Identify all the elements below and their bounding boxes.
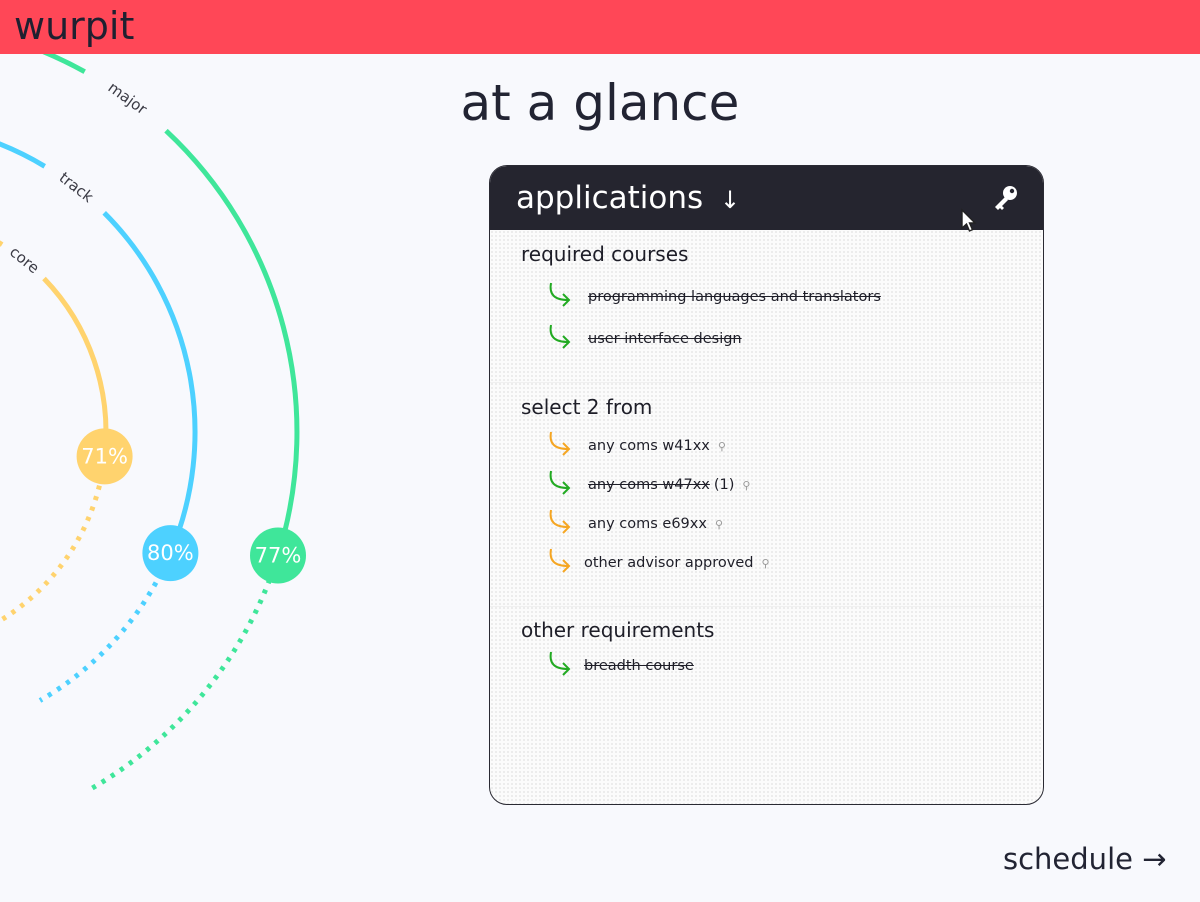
ring-progress-arc — [0, 141, 46, 169]
requirement-count: (1) — [713, 477, 735, 493]
requirement-item[interactable]: any coms e69xx ⚲ — [490, 507, 1030, 541]
ring-label: core — [6, 243, 43, 277]
panel-title: applications — [516, 180, 704, 216]
pin-icon[interactable]: ⚲ — [715, 518, 723, 531]
check-arrow-icon — [549, 282, 571, 307]
pin-icon[interactable]: ⚲ — [742, 479, 750, 492]
requirement-item[interactable]: any coms w47xx (1) ⚲ — [490, 468, 1030, 502]
arrow-down-icon[interactable]: ↓ — [720, 186, 740, 214]
pending-arrow-icon — [549, 548, 571, 573]
requirement-item[interactable]: any coms w41xx ⚲ — [490, 429, 1030, 463]
applications-panel: applications ↓ required courses programm… — [489, 165, 1044, 805]
ring-percent-label: 77% — [255, 544, 302, 568]
pin-icon[interactable]: ⚲ — [718, 440, 726, 453]
ring-percent-label: 80% — [147, 541, 194, 565]
requirement-label: user interface design — [588, 331, 742, 347]
ring-progress-arc — [102, 211, 198, 555]
pending-arrow-icon — [549, 431, 571, 456]
requirement-label: any coms w41xx — [588, 438, 710, 454]
check-arrow-icon — [549, 470, 571, 495]
requirement-label: programming languages and translators — [588, 289, 881, 305]
ring-remaining-arc — [89, 568, 276, 791]
section-required-courses: required courses programming languages a… — [490, 230, 1043, 382]
ring-progress-arc — [164, 128, 300, 557]
ring-label: track — [56, 168, 97, 206]
pin-icon[interactable]: ⚲ — [761, 557, 769, 570]
requirement-label: any coms e69xx — [588, 516, 707, 532]
section-title: select 2 from — [521, 395, 653, 419]
requirement-label: other advisor approved — [584, 555, 754, 571]
ring-progress-arc — [42, 54, 86, 74]
check-arrow-icon — [549, 324, 571, 349]
section-title: required courses — [521, 242, 689, 266]
requirement-item[interactable]: other advisor approved ⚲ — [490, 546, 1030, 580]
ring-progress-arc — [0, 240, 4, 247]
progress-rings: major 77% track 80% core 71% — [0, 54, 306, 791]
requirement-label: breadth course — [584, 658, 694, 674]
app-logo[interactable]: wurpit — [14, 4, 134, 48]
ring-remaining-arc — [38, 561, 169, 703]
requirement-label: any coms w47xx — [588, 477, 710, 493]
schedule-link[interactable]: schedule → — [1003, 842, 1166, 876]
panel-header: applications ↓ — [490, 166, 1043, 232]
top-bar: wurpit — [0, 0, 1200, 54]
section-other-requirements: other requirements breadth course — [490, 606, 1043, 804]
ring-label: major — [105, 78, 151, 119]
pending-arrow-icon — [549, 509, 571, 534]
section-select-2-from: select 2 from any coms w41xx ⚲ any coms w… — [490, 382, 1043, 606]
requirement-item[interactable]: programming languages and translators — [490, 280, 1030, 314]
ring-remaining-arc — [0, 463, 107, 624]
requirement-item[interactable]: breadth course — [490, 649, 1030, 683]
check-arrow-icon — [549, 651, 571, 676]
section-title: other requirements — [521, 618, 715, 642]
key-icon[interactable] — [992, 184, 1020, 212]
ring-percent-label: 71% — [81, 444, 128, 468]
requirement-item[interactable]: user interface design — [490, 322, 1030, 356]
